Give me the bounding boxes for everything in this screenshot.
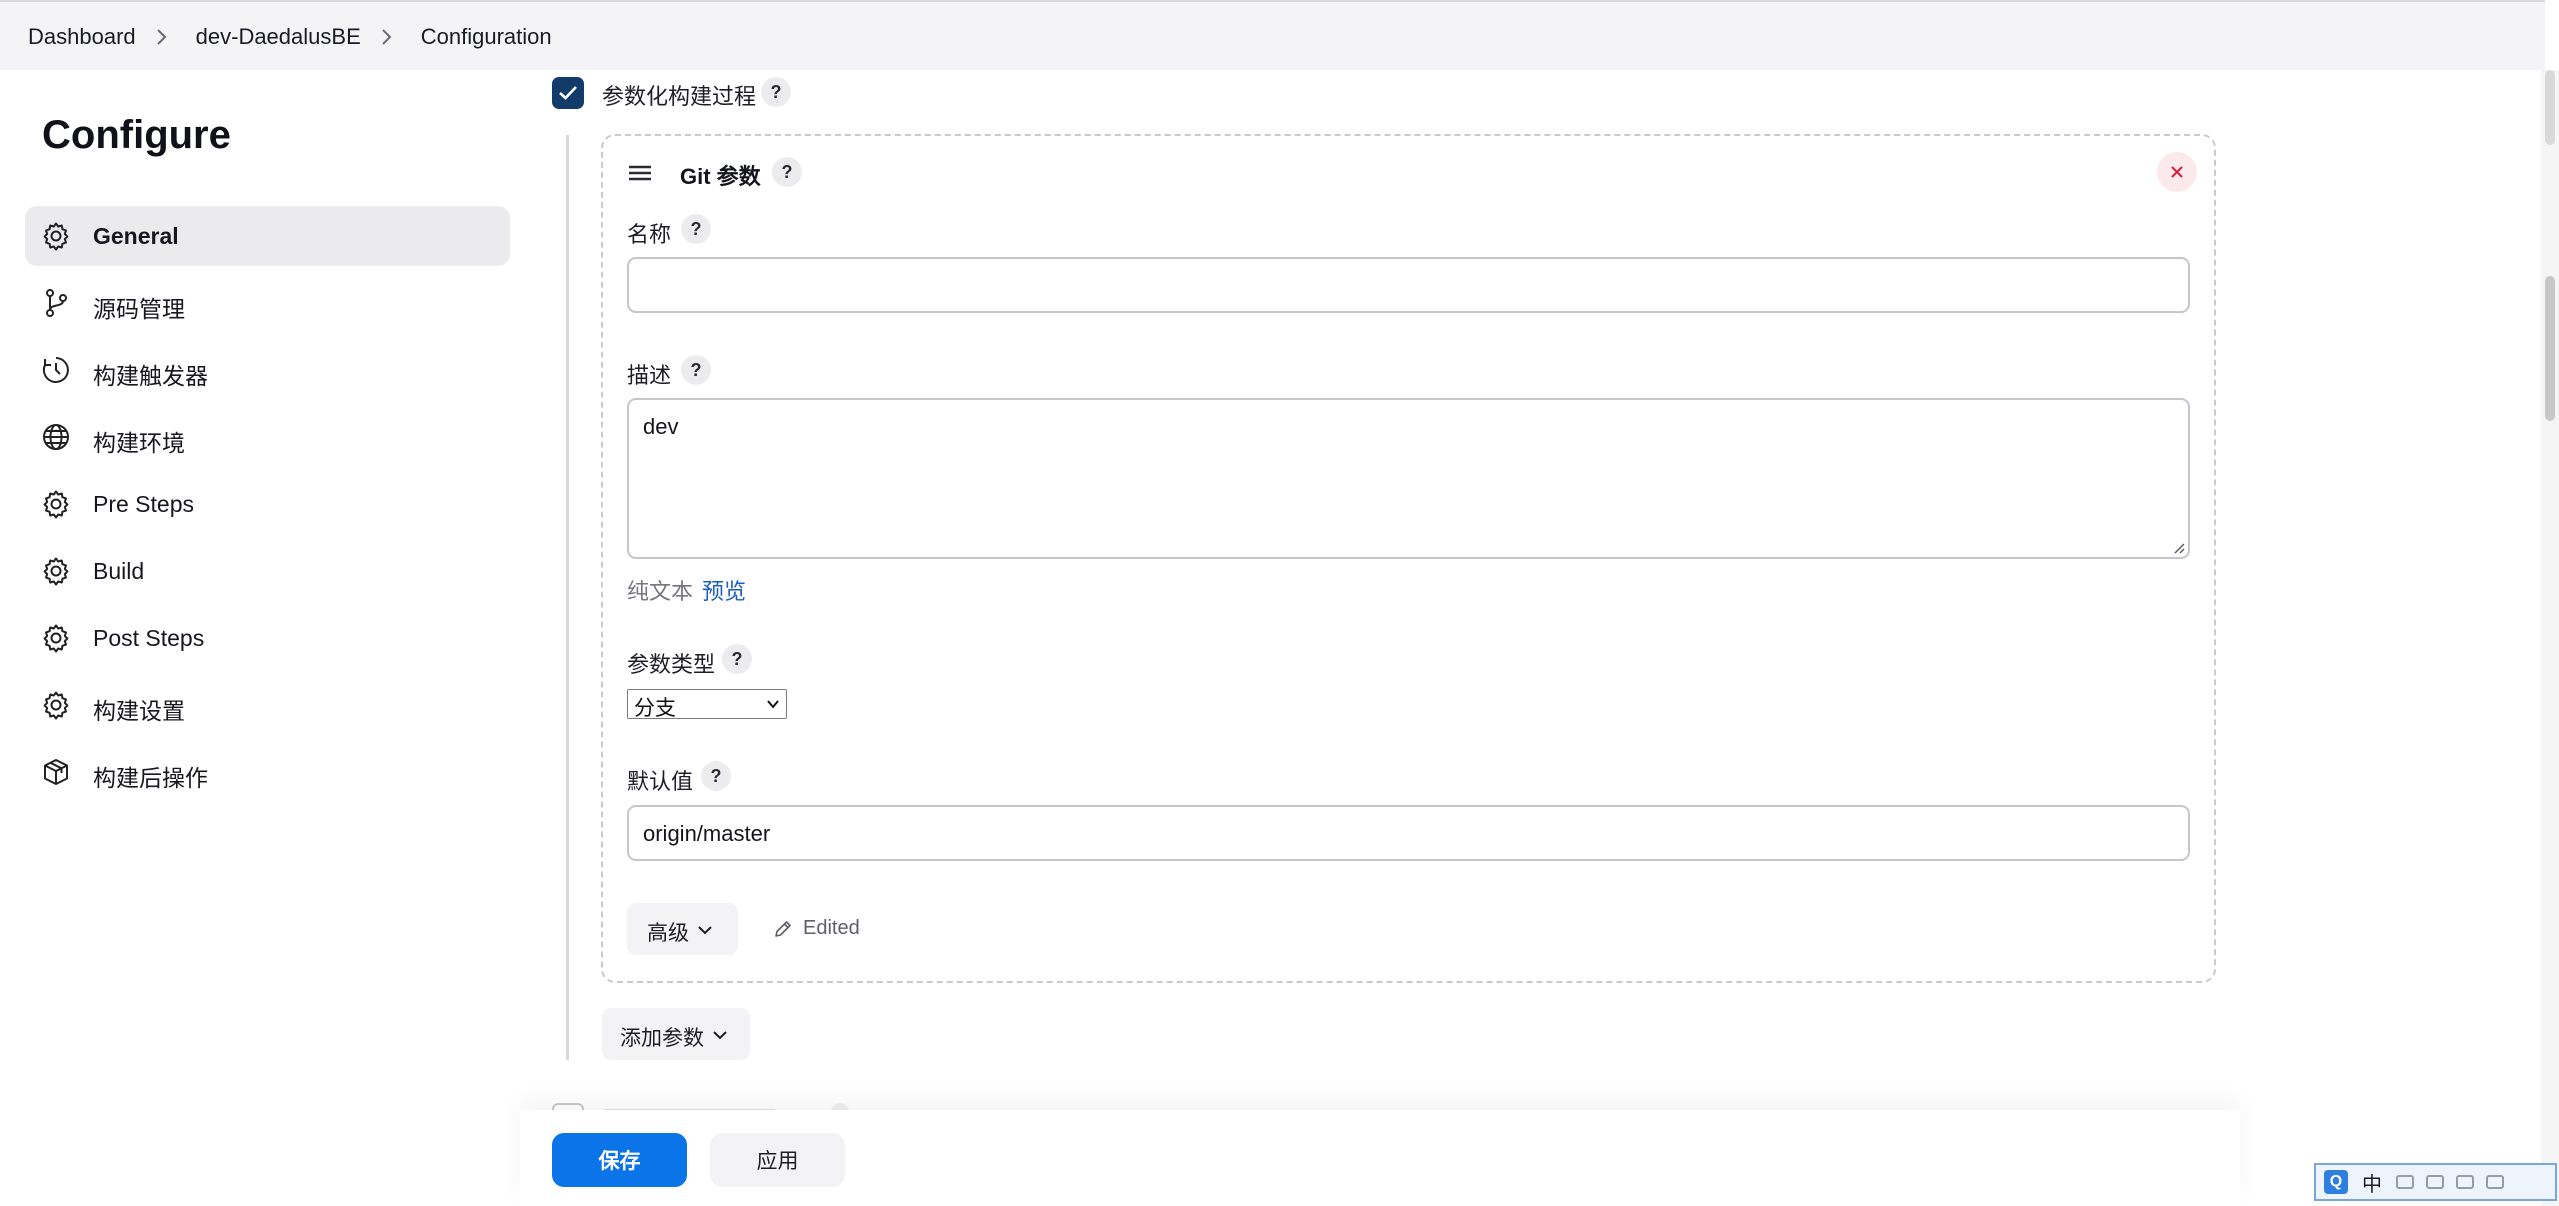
gear-icon — [43, 557, 69, 586]
sidebar-item-label: 构建后操作 — [93, 765, 208, 791]
sidebar-item-label: General — [93, 223, 179, 249]
package-icon — [44, 759, 68, 785]
breadcrumb-bar: Dashboard dev-DaedalusBE Configuration — [0, 0, 2545, 70]
drag-handle-icon[interactable] — [626, 162, 654, 184]
ime-toolbar[interactable]: Q 中 — [2314, 1163, 2557, 1201]
clock-icon — [42, 357, 69, 383]
pencil-icon — [775, 920, 791, 937]
help-icon[interactable]: ? — [722, 644, 752, 674]
ime-punctuation-icon[interactable] — [2426, 1175, 2444, 1189]
default-value-input[interactable]: origin/master — [627, 805, 2190, 861]
chevron-right-icon — [381, 28, 393, 46]
close-button[interactable] — [2157, 152, 2197, 192]
gear-icon — [43, 624, 69, 653]
ime-language[interactable]: 中 — [2362, 1168, 2382, 1197]
help-icon[interactable]: ? — [681, 214, 711, 244]
sidebar-item-label: 构建触发器 — [93, 363, 208, 389]
gear-icon — [43, 490, 69, 519]
chevron-down-icon — [698, 926, 712, 935]
ime-tools — [2396, 1175, 2504, 1189]
default-value-label: 默认值 — [627, 769, 694, 794]
section-divider — [566, 135, 569, 1060]
edited-indicator: Edited — [773, 917, 860, 940]
sidebar-item-general[interactable]: General — [25, 206, 510, 266]
save-button[interactable]: 保存 — [552, 1133, 687, 1187]
parameterized-checkbox[interactable] — [552, 77, 584, 109]
chevron-right-icon — [156, 28, 168, 46]
sidebar-item-build[interactable]: Build — [25, 541, 510, 601]
sidebar-item-label: 构建环境 — [93, 430, 185, 456]
breadcrumb-configuration[interactable]: Configuration — [421, 24, 552, 50]
scrollbar[interactable] — [2541, 70, 2559, 1206]
gear-icon — [43, 222, 69, 251]
ime-settings-icon[interactable] — [2486, 1175, 2504, 1189]
parameter-type-label: 参数类型 — [627, 652, 716, 677]
sidebar-item-source[interactable]: 源码管理 — [25, 273, 510, 333]
breadcrumb: Dashboard dev-DaedalusBE Configuration — [28, 24, 552, 50]
description-value: dev — [643, 414, 679, 439]
sidebar-item-label: 构建设置 — [93, 698, 185, 724]
sidebar-item-build-settings[interactable]: 构建设置 — [25, 675, 510, 735]
chevron-down-icon — [767, 700, 779, 709]
checkmark-icon — [559, 86, 577, 100]
advanced-button[interactable]: 高级 — [627, 903, 738, 955]
sidebar-item-pre-steps[interactable]: Pre Steps — [25, 474, 510, 534]
breadcrumb-dashboard[interactable]: Dashboard — [28, 24, 136, 50]
sidebar-item-triggers[interactable]: 构建触发器 — [25, 340, 510, 400]
parameterized-label: 参数化构建过程 — [602, 84, 757, 109]
help-icon[interactable]: ? — [681, 355, 711, 385]
add-parameter-button[interactable]: 添加参数 — [602, 1008, 750, 1060]
name-label: 名称 — [627, 222, 672, 247]
help-icon[interactable]: ? — [772, 157, 802, 187]
parameter-type-select[interactable]: 分支 — [627, 689, 787, 720]
scrollbar-thumb[interactable] — [2545, 276, 2555, 421]
sidebar-item-post-steps[interactable]: Post Steps — [25, 608, 510, 668]
sidebar-item-label: Build — [93, 558, 145, 584]
plain-text-label: 纯文本 — [627, 579, 694, 604]
page-title: Configure — [42, 113, 231, 157]
ime-moon-icon[interactable] — [2396, 1175, 2414, 1189]
advanced-label: 高级 — [647, 922, 689, 945]
sidebar-item-label: 源码管理 — [93, 296, 185, 322]
breadcrumb-project[interactable]: dev-DaedalusBE — [196, 24, 361, 50]
globe-icon — [43, 424, 69, 450]
ime-keyboard-icon[interactable] — [2456, 1175, 2474, 1189]
card-title: Git 参数 — [680, 164, 761, 189]
close-icon — [2171, 166, 2183, 178]
chevron-down-icon — [713, 1031, 727, 1040]
sidebar-item-environment[interactable]: 构建环境 — [25, 407, 510, 467]
sidebar-item-label: Pre Steps — [93, 491, 194, 517]
help-icon[interactable]: ? — [701, 761, 731, 791]
resize-handle-icon[interactable] — [2171, 540, 2185, 554]
ime-logo-icon: Q — [2324, 1170, 2348, 1194]
gear-icon — [43, 691, 69, 720]
scrollbar-thumb-upper[interactable] — [2545, 70, 2555, 145]
sidebar-item-post-build[interactable]: 构建后操作 — [25, 742, 510, 802]
name-input[interactable] — [627, 257, 2190, 313]
sidebar-item-label: Post Steps — [93, 625, 205, 651]
parameter-type-value: 分支 — [634, 697, 676, 720]
add-parameter-label: 添加参数 — [620, 1027, 704, 1050]
edited-label: Edited — [803, 917, 860, 939]
description-label: 描述 — [627, 363, 672, 388]
description-textarea[interactable]: dev — [627, 398, 2190, 559]
preview-link[interactable]: 预览 — [702, 574, 746, 606]
apply-button[interactable]: 应用 — [710, 1133, 845, 1187]
branch-icon — [46, 289, 67, 317]
help-icon[interactable]: ? — [761, 77, 791, 107]
